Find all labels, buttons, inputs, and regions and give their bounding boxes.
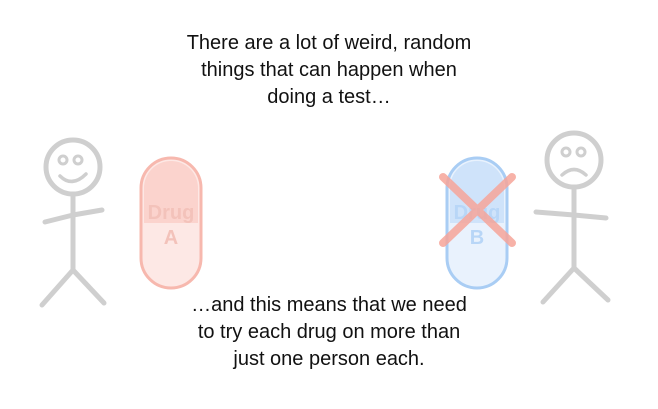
caption-bottom-line: just one person each. <box>233 348 425 370</box>
caption-bottom-line: …and this means that we need <box>191 294 467 316</box>
arms <box>533 209 609 221</box>
drug-b-label-line2: B <box>470 227 484 249</box>
caption-bottom-line: to try each drug on more than <box>197 321 461 343</box>
diagram-canvas: There are a lot of weird, random things … <box>0 0 658 409</box>
left-eye <box>57 154 69 166</box>
smile <box>58 172 88 184</box>
drug-a-label-line2: A <box>164 227 178 249</box>
frown <box>560 167 588 177</box>
drug-a-pill: Drug A <box>139 156 203 290</box>
happy-head <box>43 137 103 197</box>
drug-a-label-line1: Drug <box>148 202 195 224</box>
right-eye <box>575 146 587 158</box>
left-eye <box>560 146 572 158</box>
happy-stick-figure <box>39 137 107 308</box>
sad-head <box>544 130 604 190</box>
caption-bottom: …and this means that we need to try each… <box>0 292 658 373</box>
right-eye <box>72 154 84 166</box>
sad-stick-figure <box>533 130 611 305</box>
drug-b-pill: Drug B <box>439 156 516 290</box>
